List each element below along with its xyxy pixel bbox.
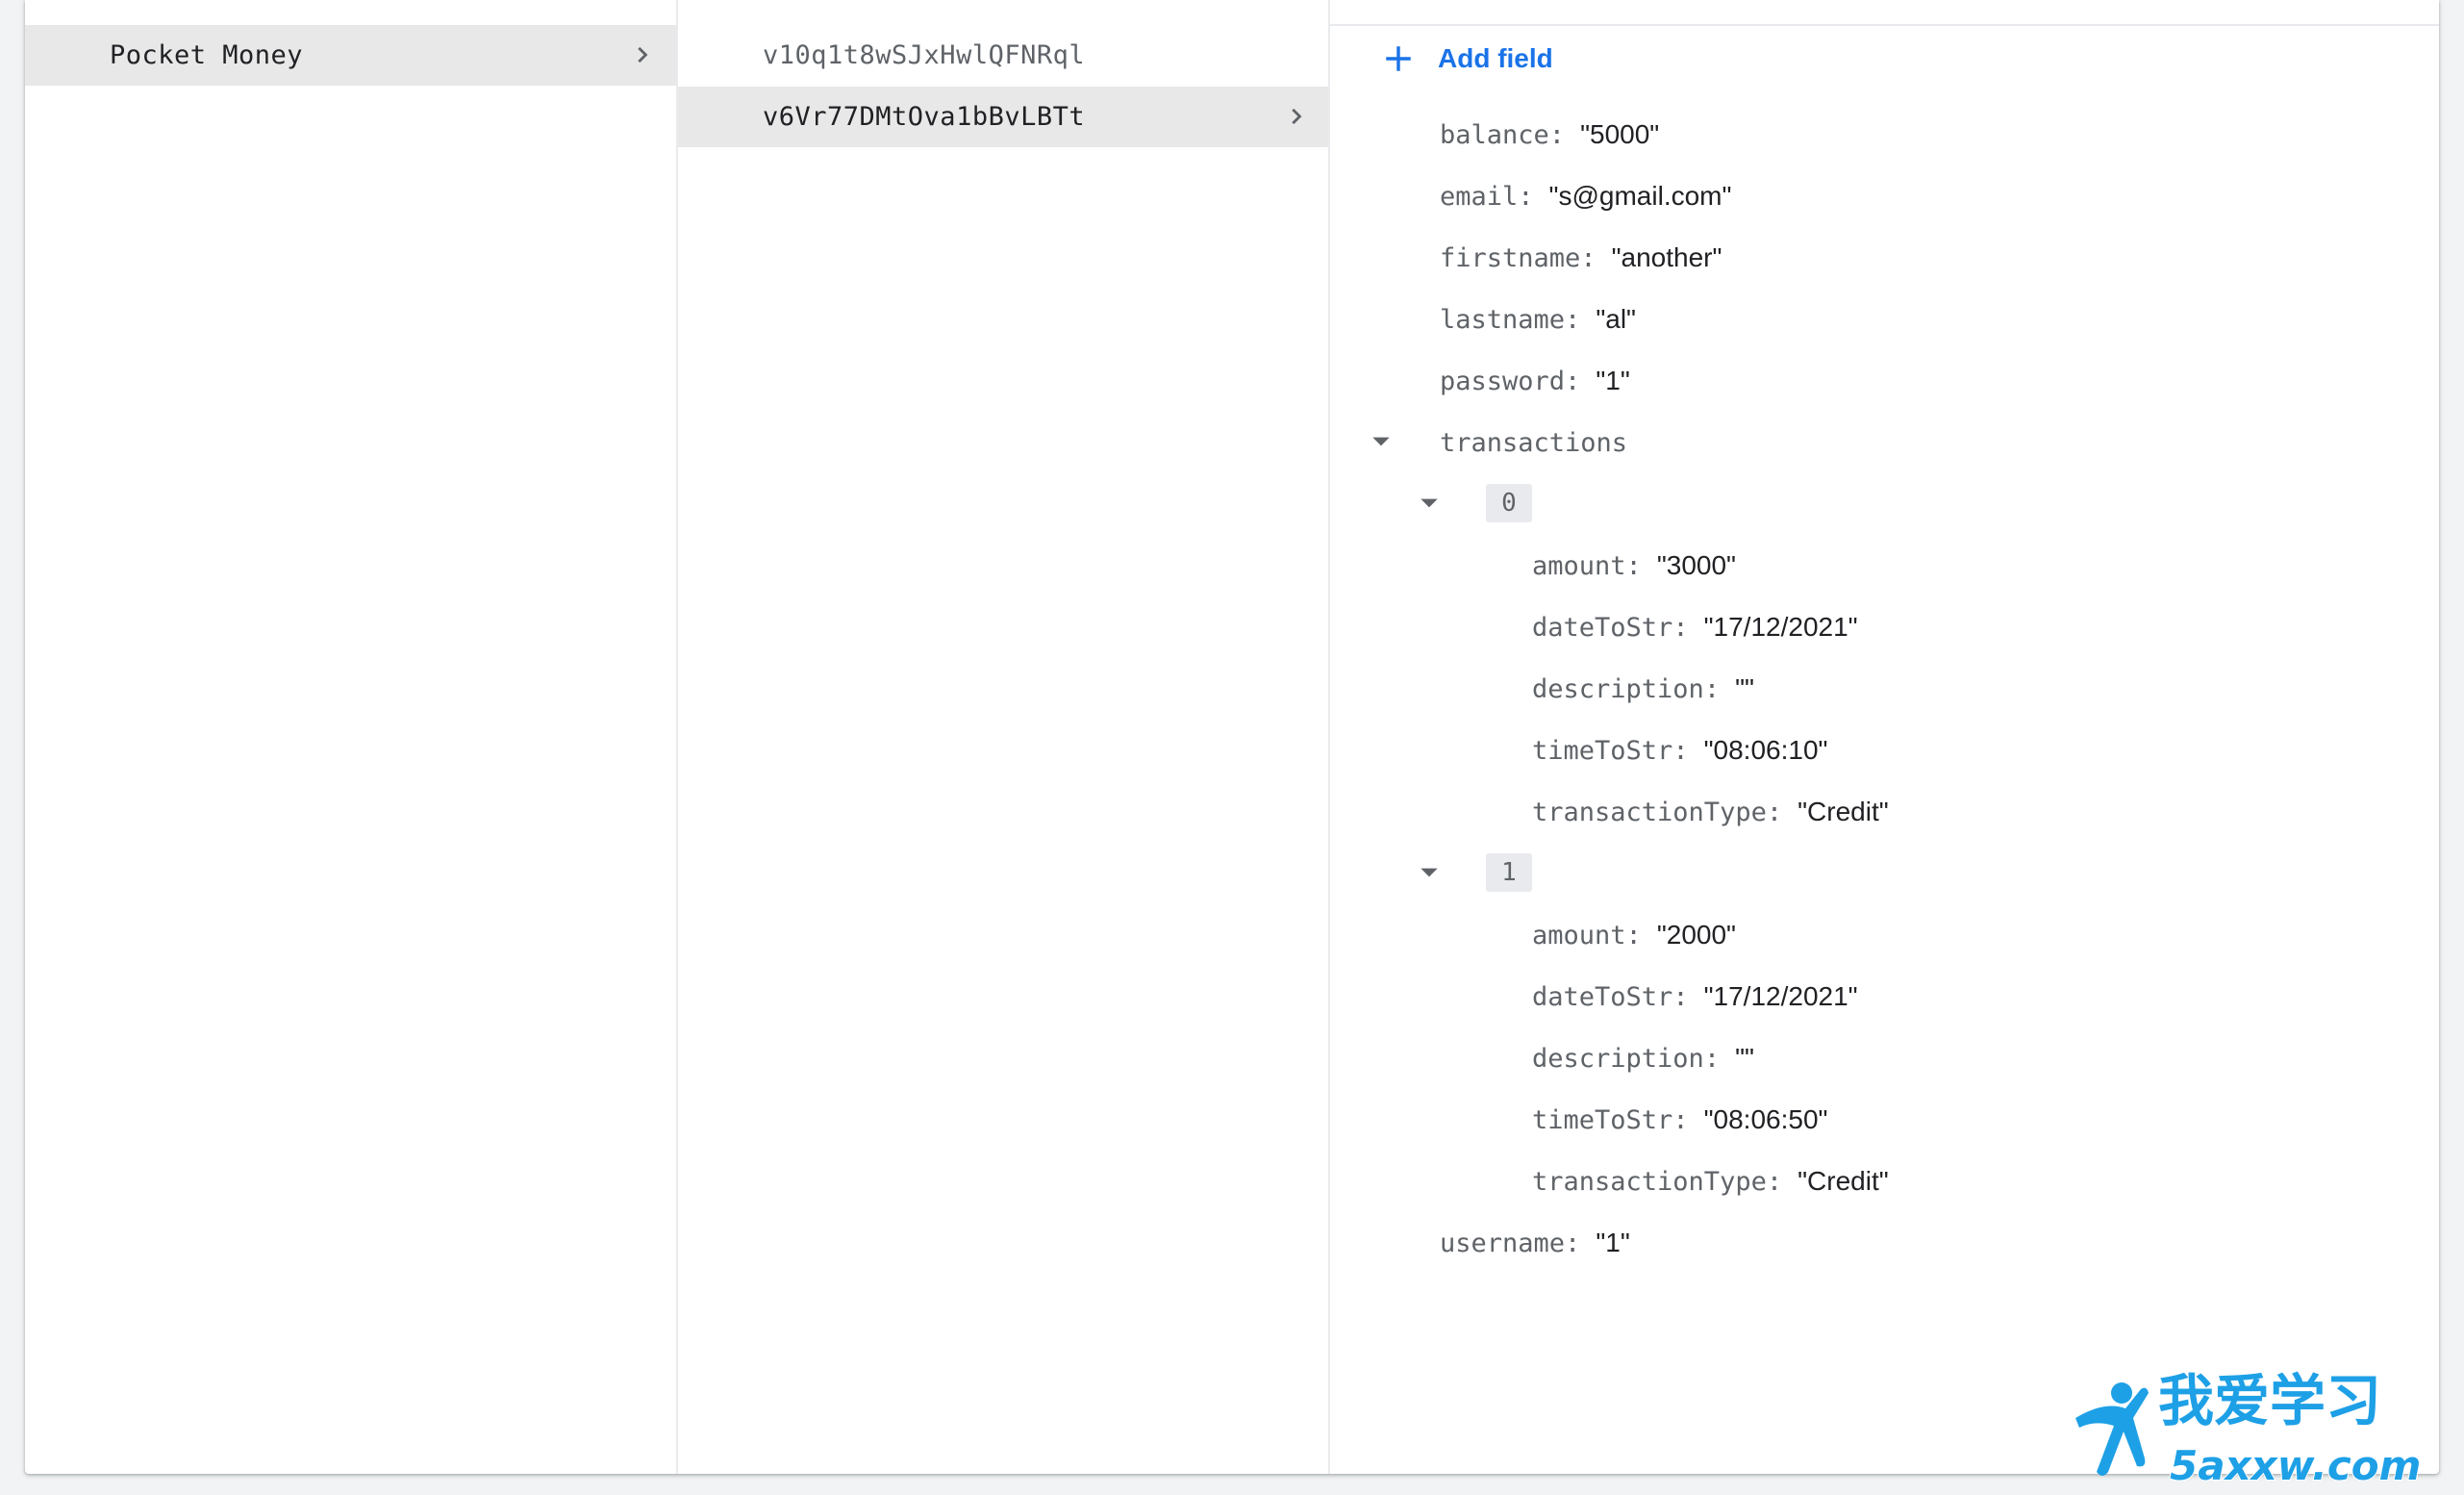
- divider: [1330, 24, 2439, 26]
- field-dateToStr[interactable]: dateToStr: "17/12/2021": [1532, 606, 1858, 648]
- field-description[interactable]: description: "": [1532, 1037, 1754, 1079]
- field-timeToStr[interactable]: timeToStr: "08:06:50": [1532, 1099, 1827, 1141]
- expand-arrow-icon[interactable]: [1369, 429, 1394, 454]
- field-key: timeToStr: [1532, 735, 1673, 766]
- field-key: lastname: [1440, 304, 1566, 335]
- array-index-badge[interactable]: 0: [1486, 484, 1532, 522]
- field-amount[interactable]: amount: "2000": [1532, 914, 1736, 956]
- add-field-button[interactable]: Add field: [1382, 42, 1553, 75]
- plus-icon: [1386, 46, 1411, 71]
- field-key: dateToStr: [1532, 981, 1673, 1012]
- field-value: "08:06:50": [1703, 1104, 1828, 1134]
- field-key: firstname: [1440, 242, 1581, 273]
- field-timeToStr[interactable]: timeToStr: "08:06:10": [1532, 729, 1827, 772]
- chevron-right-icon: [1292, 108, 1302, 125]
- watermark-site: 5axxw.com: [2170, 1442, 2421, 1489]
- chevron-right-icon: [638, 46, 648, 63]
- documents-column: v10q1t8wSJxHwlQFNRql v6Vr77DMtOva1bBvLBT…: [676, 0, 1330, 1474]
- field-value: "1": [1596, 366, 1630, 395]
- field-password[interactable]: password: "1": [1440, 360, 1630, 402]
- add-field-label: Add field: [1438, 43, 1553, 73]
- field-key: email: [1440, 181, 1519, 212]
- field-key: balance: [1440, 119, 1549, 150]
- field-key: amount: [1532, 550, 1626, 581]
- field-value: "another": [1611, 242, 1722, 272]
- field-value: "08:06:10": [1703, 735, 1828, 765]
- document-id-label: v10q1t8wSJxHwlQFNRql: [763, 40, 1086, 70]
- field-value: "1": [1596, 1228, 1630, 1257]
- field-key: transactions: [1440, 427, 1628, 458]
- watermark-logo: 我爱学习 5axxw.com: [2075, 1367, 2422, 1490]
- field-value: "17/12/2021": [1703, 981, 1858, 1011]
- field-username[interactable]: username: "1": [1440, 1222, 1630, 1264]
- expand-arrow-icon[interactable]: [1417, 860, 1442, 885]
- field-transactions[interactable]: transactions: [1440, 421, 1627, 464]
- field-transactionType[interactable]: transactionType: "Credit": [1532, 791, 1889, 833]
- field-dateToStr[interactable]: dateToStr: "17/12/2021": [1532, 976, 1858, 1018]
- field-value: "": [1735, 1043, 1754, 1073]
- document-id-label: v6Vr77DMtOva1bBvLBTt: [763, 102, 1086, 132]
- field-lastname[interactable]: lastname: "al": [1440, 298, 1636, 341]
- document-item[interactable]: v10q1t8wSJxHwlQFNRql: [678, 25, 1330, 86]
- field-transactionType[interactable]: transactionType: "Credit": [1532, 1160, 1889, 1203]
- field-key: transactionType: [1532, 797, 1767, 827]
- field-value: "al": [1596, 304, 1636, 334]
- field-value: "Credit": [1798, 797, 1889, 826]
- field-value: "5000": [1580, 119, 1660, 149]
- field-key: timeToStr: [1532, 1104, 1673, 1135]
- field-balance[interactable]: balance: "5000": [1440, 114, 1659, 156]
- collections-column: Pocket Money: [25, 0, 676, 1474]
- expand-arrow-icon[interactable]: [1417, 491, 1442, 516]
- field-firstname[interactable]: firstname: "another": [1440, 237, 1722, 279]
- collection-item-pocket-money[interactable]: Pocket Money: [25, 25, 676, 86]
- field-value: "": [1735, 673, 1754, 703]
- document-item-selected[interactable]: v6Vr77DMtOva1bBvLBTt: [678, 87, 1330, 147]
- field-key: password: [1440, 366, 1566, 396]
- running-figure-icon: [2075, 1382, 2149, 1476]
- collection-label: Pocket Money: [110, 40, 304, 70]
- field-description[interactable]: description: "": [1532, 668, 1754, 710]
- array-index-badge[interactable]: 1: [1486, 853, 1532, 892]
- field-value: "2000": [1656, 920, 1736, 950]
- field-amount[interactable]: amount: "3000": [1532, 545, 1736, 587]
- field-value: "s@gmail.com": [1548, 181, 1732, 211]
- field-key: description: [1532, 1043, 1704, 1074]
- field-key: description: [1532, 673, 1704, 704]
- field-value: "3000": [1656, 550, 1736, 580]
- field-email[interactable]: email: "s@gmail.com": [1440, 175, 1731, 217]
- field-key: amount: [1532, 920, 1626, 950]
- field-value: "17/12/2021": [1703, 612, 1858, 642]
- field-key: transactionType: [1532, 1166, 1767, 1197]
- field-value: "Credit": [1798, 1166, 1889, 1196]
- field-key: dateToStr: [1532, 612, 1673, 643]
- firestore-data-panel: Pocket Money v10q1t8wSJxHwlQFNRql v6Vr77…: [25, 0, 2439, 1474]
- document-detail-column: Add field balance: "5000" email: "s@gmai…: [1328, 0, 2439, 1474]
- watermark-chinese: 我爱学习: [2158, 1368, 2381, 1433]
- field-key: username: [1440, 1228, 1566, 1258]
